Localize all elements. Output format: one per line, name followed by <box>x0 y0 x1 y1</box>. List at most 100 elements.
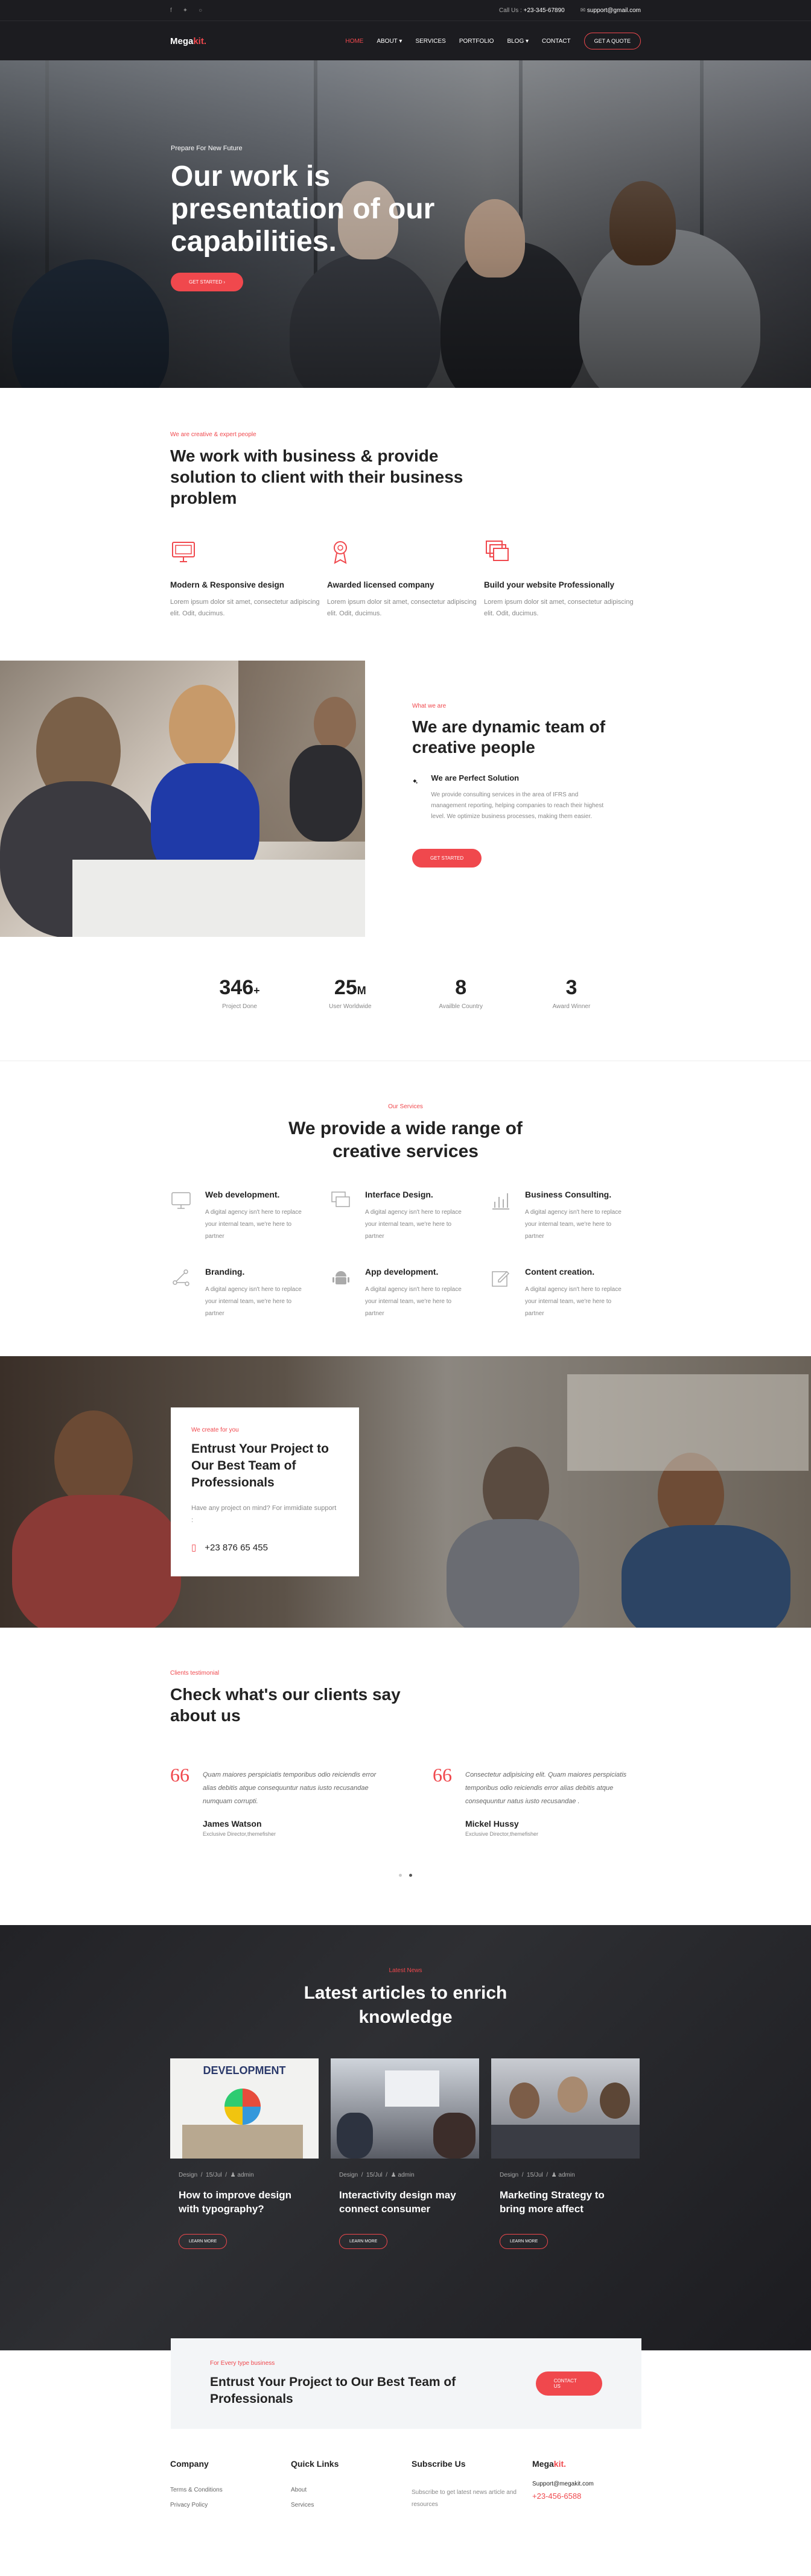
nav-home[interactable]: HOME <box>345 38 363 45</box>
footer-email[interactable]: Support@megakit.com <box>532 2478 641 2490</box>
footer: Company Terms & Conditions Privacy Polic… <box>0 2453 811 2517</box>
cta-section: For Every type business Entrust Your Pro… <box>0 2338 811 2453</box>
hero: Prepare For New Future Our work is prese… <box>0 60 811 388</box>
news-category[interactable]: Design <box>339 2172 358 2178</box>
hero-get-started-button[interactable]: GET STARTED › <box>171 273 244 291</box>
learn-more-button[interactable]: LEARN MORE <box>339 2234 388 2249</box>
nav-about[interactable]: ABOUT ▾ <box>377 38 402 45</box>
service-item: Interface Design. A digital agency isn't … <box>330 1190 490 1243</box>
footer-heading: Company <box>170 2459 209 2469</box>
thumb-caption: DEVELOPMENT <box>203 2064 286 2076</box>
contact-us-button[interactable]: CONTACT US <box>535 2371 602 2396</box>
footer-heading: Quick Links <box>291 2459 339 2469</box>
services-title: We provide a wide range of creative serv… <box>288 1118 523 1161</box>
intro-eyebrow: We are creative & expert people <box>170 431 256 438</box>
get-quote-button[interactable]: GET A QUOTE <box>584 33 641 49</box>
learn-more-button[interactable]: LEARN MORE <box>179 2234 227 2249</box>
subscribe-text: Subscribe to get latest news article and… <box>412 2489 517 2508</box>
top-email-address[interactable]: support@gmail.com <box>587 7 641 14</box>
stat-suffix: + <box>253 985 260 997</box>
news-author: admin <box>558 2172 575 2178</box>
footer-logo[interactable]: Megakit. <box>532 2459 641 2469</box>
news-thumbnail[interactable]: DEVELOPMENT <box>170 2058 319 2159</box>
service-title: Web development. <box>205 1190 280 1199</box>
testimonial-text: Consectetur adipisicing elit. Quam maior… <box>465 1771 627 1805</box>
carousel-dot-active[interactable] <box>409 1874 412 1877</box>
service-text: A digital agency isn't here to replace y… <box>365 1286 462 1317</box>
solution-text: We provide consulting services in the ar… <box>431 792 604 820</box>
top-phone: Call Us : +23-345-67890 <box>499 7 565 14</box>
nav-contact[interactable]: CONTACT <box>542 38 571 45</box>
share-nodes-icon <box>173 1269 189 1286</box>
logo[interactable]: Megakit. <box>170 36 206 46</box>
news-meta: Design / 15/Jul / ♟ admin <box>500 2172 575 2178</box>
stat-label: Project Done <box>222 1003 257 1010</box>
news-card-title[interactable]: How to improve design with typography? <box>179 2188 310 2216</box>
nav-blog[interactable]: BLOG ▾ <box>507 38 529 45</box>
stat-number: 25 <box>334 976 357 999</box>
arrow-right-icon: › <box>223 279 226 285</box>
team-eyebrow: What we are <box>412 703 447 709</box>
footer-link-about[interactable]: About <box>291 2487 399 2493</box>
testimonial-item: 66 Quam maiores perspiciatis temporibus … <box>170 1765 378 1838</box>
team-section: What we are We are dynamic team of creat… <box>0 661 811 937</box>
team-photo <box>0 661 365 937</box>
stat-number: 8 <box>455 976 467 999</box>
testimonial-name: James Watson <box>203 1819 262 1829</box>
team-get-started-button[interactable]: GET STARTED <box>412 849 482 868</box>
service-text: A digital agency isn't here to replace y… <box>205 1286 302 1317</box>
testimonial-role: Exclusive Director,themefisher <box>465 1831 539 1837</box>
news-cards: DEVELOPMENT Design / 15/Jul / ♟ admin Ho… <box>170 2058 641 2249</box>
carousel-dots <box>170 1874 641 1877</box>
learn-more-button[interactable]: LEARN MORE <box>500 2234 549 2249</box>
stat-label: Availble Country <box>439 1003 483 1010</box>
project-eyebrow: We create for you <box>191 1427 239 1433</box>
news-section: Latest News Latest articles to enrich kn… <box>0 1925 811 2350</box>
news-card-title[interactable]: Interactivity design may connect consume… <box>339 2188 471 2216</box>
services-grid: Web development. A digital agency isn't h… <box>170 1190 641 1320</box>
footer-phone[interactable]: +23-456-6588 <box>532 2490 641 2502</box>
stat-item: 346+ Project Done <box>194 976 285 1010</box>
news-card-title[interactable]: Marketing Strategy to bring more affect <box>500 2188 631 2216</box>
service-item: App development. A digital agency isn't h… <box>330 1267 490 1320</box>
project-phone[interactable]: ▯ +23 876 65 455 <box>191 1542 339 1553</box>
feature-item: Modern & Responsive design Lorem ipsum d… <box>170 539 327 620</box>
service-text: A digital agency isn't here to replace y… <box>525 1209 622 1240</box>
project-title: Entrust Your Project to Our Best Team of… <box>191 1442 329 1489</box>
service-item: Content creation. A digital agency isn't … <box>490 1267 650 1320</box>
nav-portfolio[interactable]: PORTFOLIO <box>459 38 494 45</box>
footer-link-services[interactable]: Services <box>291 2502 399 2508</box>
facebook-icon[interactable]: f <box>170 7 172 14</box>
services-section: Our Services We provide a wide range of … <box>0 1061 811 1356</box>
news-eyebrow: Latest News <box>389 1967 422 1974</box>
top-phone-number[interactable]: +23-345-67890 <box>524 7 565 14</box>
news-category[interactable]: Design <box>500 2172 518 2178</box>
footer-link-terms[interactable]: Terms & Conditions <box>170 2487 279 2493</box>
nav-services[interactable]: SERVICES <box>415 38 445 45</box>
testimonials-carousel: 66 Quam maiores perspiciatis temporibus … <box>170 1764 641 1838</box>
service-text: A digital agency isn't here to replace y… <box>205 1209 302 1240</box>
twitter-icon[interactable]: ✦ <box>183 7 188 14</box>
feature-text: Lorem ipsum dolor sit amet, consectetur … <box>484 598 634 617</box>
news-category[interactable]: Design <box>179 2172 197 2178</box>
team-text: What we are We are dynamic team of creat… <box>365 661 606 937</box>
testimonials-eyebrow: Clients testimonial <box>170 1670 220 1677</box>
feature-title: Build your website Professionally <box>484 580 615 589</box>
feature-item: Awarded licensed company Lorem ipsum dol… <box>327 539 484 620</box>
carousel-dot[interactable] <box>399 1874 402 1877</box>
github-icon[interactable]: ○ <box>199 7 202 14</box>
solution-title: We are Perfect Solution <box>431 773 520 782</box>
desktop-icon <box>171 1192 191 1209</box>
news-thumbnail[interactable] <box>491 2058 640 2159</box>
project-text: Have any project on mind? For immidiate … <box>191 1505 337 1524</box>
stat-item: 25M User Worldwide <box>305 976 395 1010</box>
quote-icon: 66 <box>433 1764 452 1786</box>
top-email[interactable]: ✉ support@gmail.com <box>580 7 641 14</box>
feature-title: Awarded licensed company <box>327 580 434 589</box>
chevron-down-icon: ▾ <box>399 37 402 45</box>
news-card: DEVELOPMENT Design / 15/Jul / ♟ admin Ho… <box>170 2058 319 2249</box>
news-meta: Design / 15/Jul / ♟ admin <box>179 2172 254 2178</box>
footer-link-privacy[interactable]: Privacy Policy <box>170 2502 279 2508</box>
news-thumbnail[interactable] <box>331 2058 479 2159</box>
service-title: App development. <box>365 1267 439 1277</box>
